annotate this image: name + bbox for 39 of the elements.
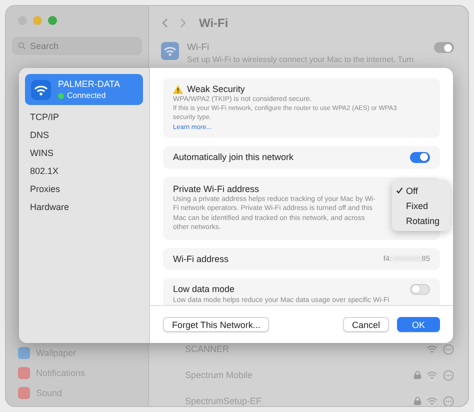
more-icon[interactable] [443, 344, 454, 354]
sidebar-tab[interactable]: Hardware [25, 198, 143, 216]
private-address-label: Private Wi-Fi address [173, 184, 260, 194]
wifi-icon [427, 371, 437, 379]
back-icon[interactable] [161, 18, 168, 28]
cancel-button[interactable]: Cancel [342, 317, 389, 332]
sidebar-tab[interactable]: WINS [25, 144, 143, 162]
warning-icon [173, 84, 183, 94]
warning-title: Weak Security [187, 84, 245, 94]
wifi-icon [31, 80, 51, 100]
wifi-title: Wi-Fi [187, 42, 210, 53]
menu-option[interactable]: Fixed [392, 198, 450, 213]
forward-icon[interactable] [180, 18, 187, 28]
low-data-toggle[interactable] [410, 284, 430, 295]
forget-network-button[interactable]: Forget This Network... [163, 317, 270, 332]
wifi-icon [161, 42, 179, 60]
zoom-button[interactable] [48, 16, 57, 25]
network-item[interactable]: PALMER-DATA Connected [25, 74, 143, 105]
window-title: Wi-Fi [199, 16, 228, 30]
wifi-icon [427, 397, 437, 405]
network-name: PALMER-DATA [58, 79, 120, 89]
more-icon[interactable] [443, 396, 454, 406]
low-data-label: Low data mode [173, 284, 235, 294]
ok-button[interactable]: OK [396, 317, 440, 332]
minimize-button[interactable] [33, 16, 42, 25]
connection-status: Connected [58, 91, 120, 100]
wifi-address-label: Wi-Fi address [173, 254, 229, 264]
sidebar-tab[interactable]: 802.1X [25, 162, 143, 180]
menu-option[interactable]: Rotating [392, 213, 450, 228]
sidebar-tab[interactable]: DNS [25, 126, 143, 144]
wifi-toggle[interactable] [434, 42, 454, 53]
search-icon [18, 42, 26, 50]
wifi-icon [427, 345, 437, 353]
sidebar-tab[interactable]: Proxies [25, 180, 143, 198]
sidebar-tab[interactable]: TCP/IP [25, 108, 143, 126]
more-icon[interactable] [443, 370, 454, 380]
auto-join-label: Automatically join this network [173, 152, 294, 162]
auto-join-toggle[interactable] [410, 152, 430, 163]
menu-option[interactable]: Off [392, 183, 450, 198]
